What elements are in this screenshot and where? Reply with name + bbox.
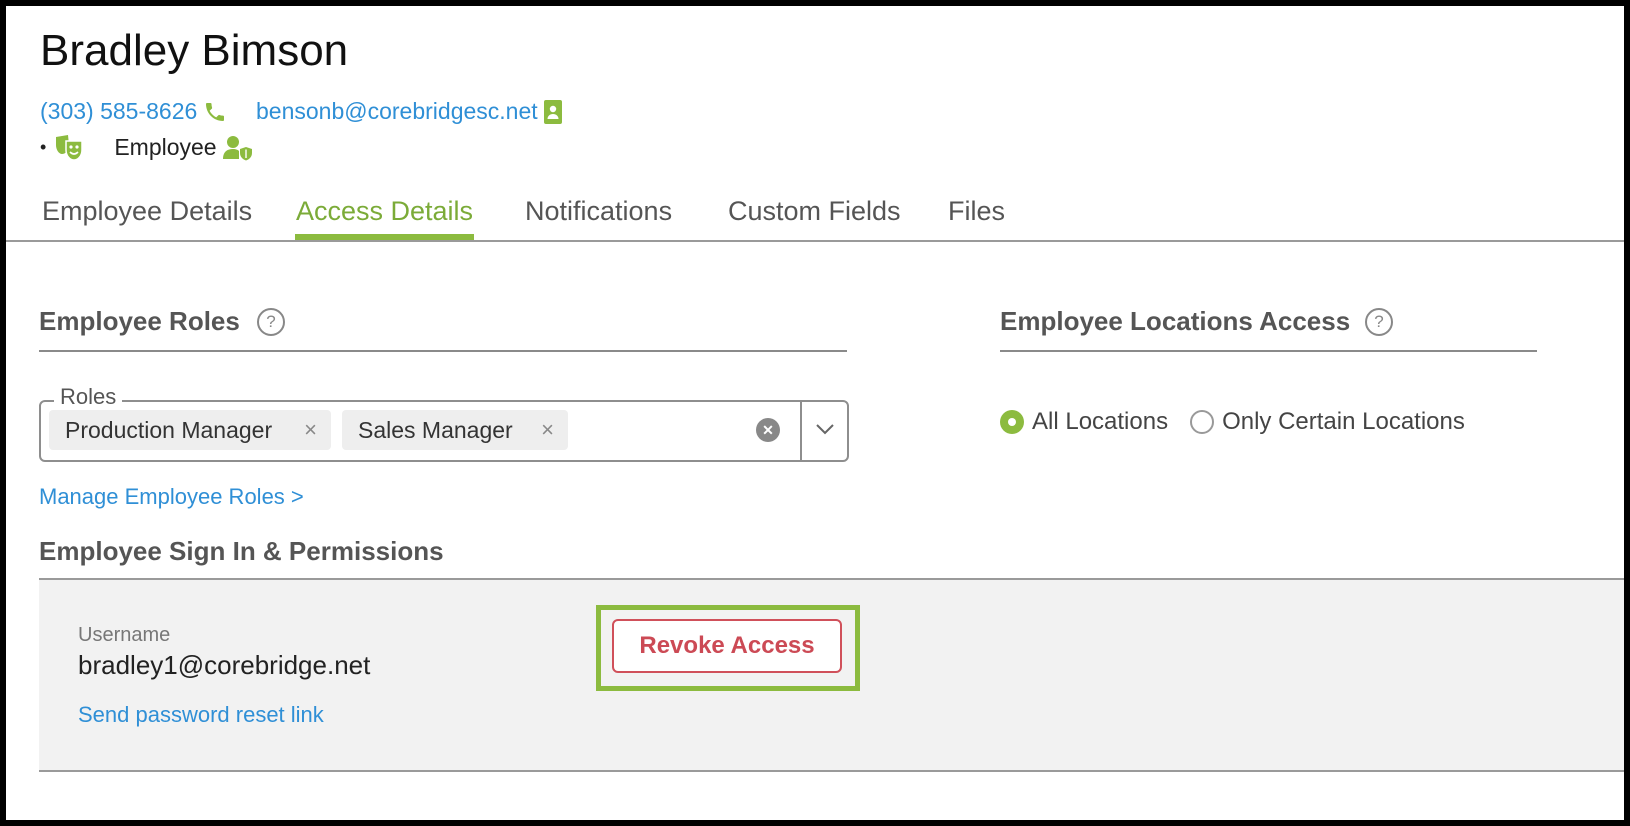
contact-card-icon — [543, 99, 562, 124]
phone-icon — [203, 100, 227, 124]
tab-custom-fields[interactable]: Custom Fields — [728, 196, 901, 227]
manage-roles-link[interactable]: Manage Employee Roles > — [39, 484, 304, 510]
locations-radio-group: All Locations Only Certain Locations — [1000, 408, 1465, 436]
locations-divider — [1000, 350, 1537, 352]
certain-locations-label[interactable]: Only Certain Locations — [1222, 408, 1465, 436]
roles-field-label: Roles — [54, 384, 123, 410]
user-shield-icon — [222, 135, 253, 161]
role-line: • Employee — [40, 134, 253, 161]
username-label: Username — [78, 624, 171, 646]
roles-help-icon[interactable]: ? — [257, 308, 285, 336]
all-locations-radio[interactable] — [1000, 410, 1024, 434]
role-label: Employee — [114, 134, 217, 160]
role-chip-label: Production Manager — [65, 416, 273, 443]
remove-role-icon[interactable]: × — [304, 417, 317, 443]
role-chip: Production Manager × — [49, 410, 331, 450]
tab-access-details[interactable]: Access Details — [296, 196, 473, 227]
tab-files[interactable]: Files — [948, 196, 1005, 227]
chevron-down-icon — [815, 422, 834, 440]
theater-masks-icon — [54, 134, 84, 161]
signin-permissions-title: Employee Sign In & Permissions — [39, 536, 444, 566]
certain-locations-radio[interactable] — [1190, 410, 1215, 434]
password-reset-link[interactable]: Send password reset link — [78, 702, 324, 728]
active-tab-indicator — [295, 234, 474, 240]
username-value: bradley1@corebridge.net — [78, 650, 371, 680]
tab-employee-details[interactable]: Employee Details — [42, 196, 252, 227]
employee-roles-title: Employee Roles — [39, 306, 240, 336]
locations-help-icon[interactable]: ? — [1365, 308, 1393, 336]
email-link[interactable]: bensonb@corebridgesc.net — [256, 98, 538, 125]
dropdown-toggle[interactable] — [802, 402, 847, 460]
tab-notifications[interactable]: Notifications — [525, 196, 672, 227]
clear-all-icon[interactable]: ✕ — [756, 418, 780, 442]
phone-link[interactable]: (303) 585-8626 — [40, 98, 197, 125]
all-locations-label[interactable]: All Locations — [1032, 408, 1168, 436]
locations-access-title: Employee Locations Access — [1000, 306, 1351, 336]
bullet: • — [40, 137, 47, 157]
remove-role-icon[interactable]: × — [541, 417, 554, 443]
employee-name: Bradley Bimson — [40, 26, 349, 75]
role-chip-label: Sales Manager — [358, 416, 513, 443]
page: Bradley Bimson (303) 585-8626 bensonb@co… — [6, 6, 1624, 820]
phone-contact[interactable]: (303) 585-8626 — [40, 98, 227, 125]
role-chip: Sales Manager × — [342, 410, 568, 450]
roles-multiselect[interactable]: Production Manager × Sales Manager × ✕ — [39, 400, 849, 462]
email-contact[interactable]: bensonb@corebridgesc.net — [256, 98, 562, 125]
roles-divider — [39, 350, 847, 352]
tab-bar: Employee Details Access Details Notifica… — [6, 178, 1624, 242]
revoke-access-button[interactable]: Revoke Access — [612, 619, 842, 673]
